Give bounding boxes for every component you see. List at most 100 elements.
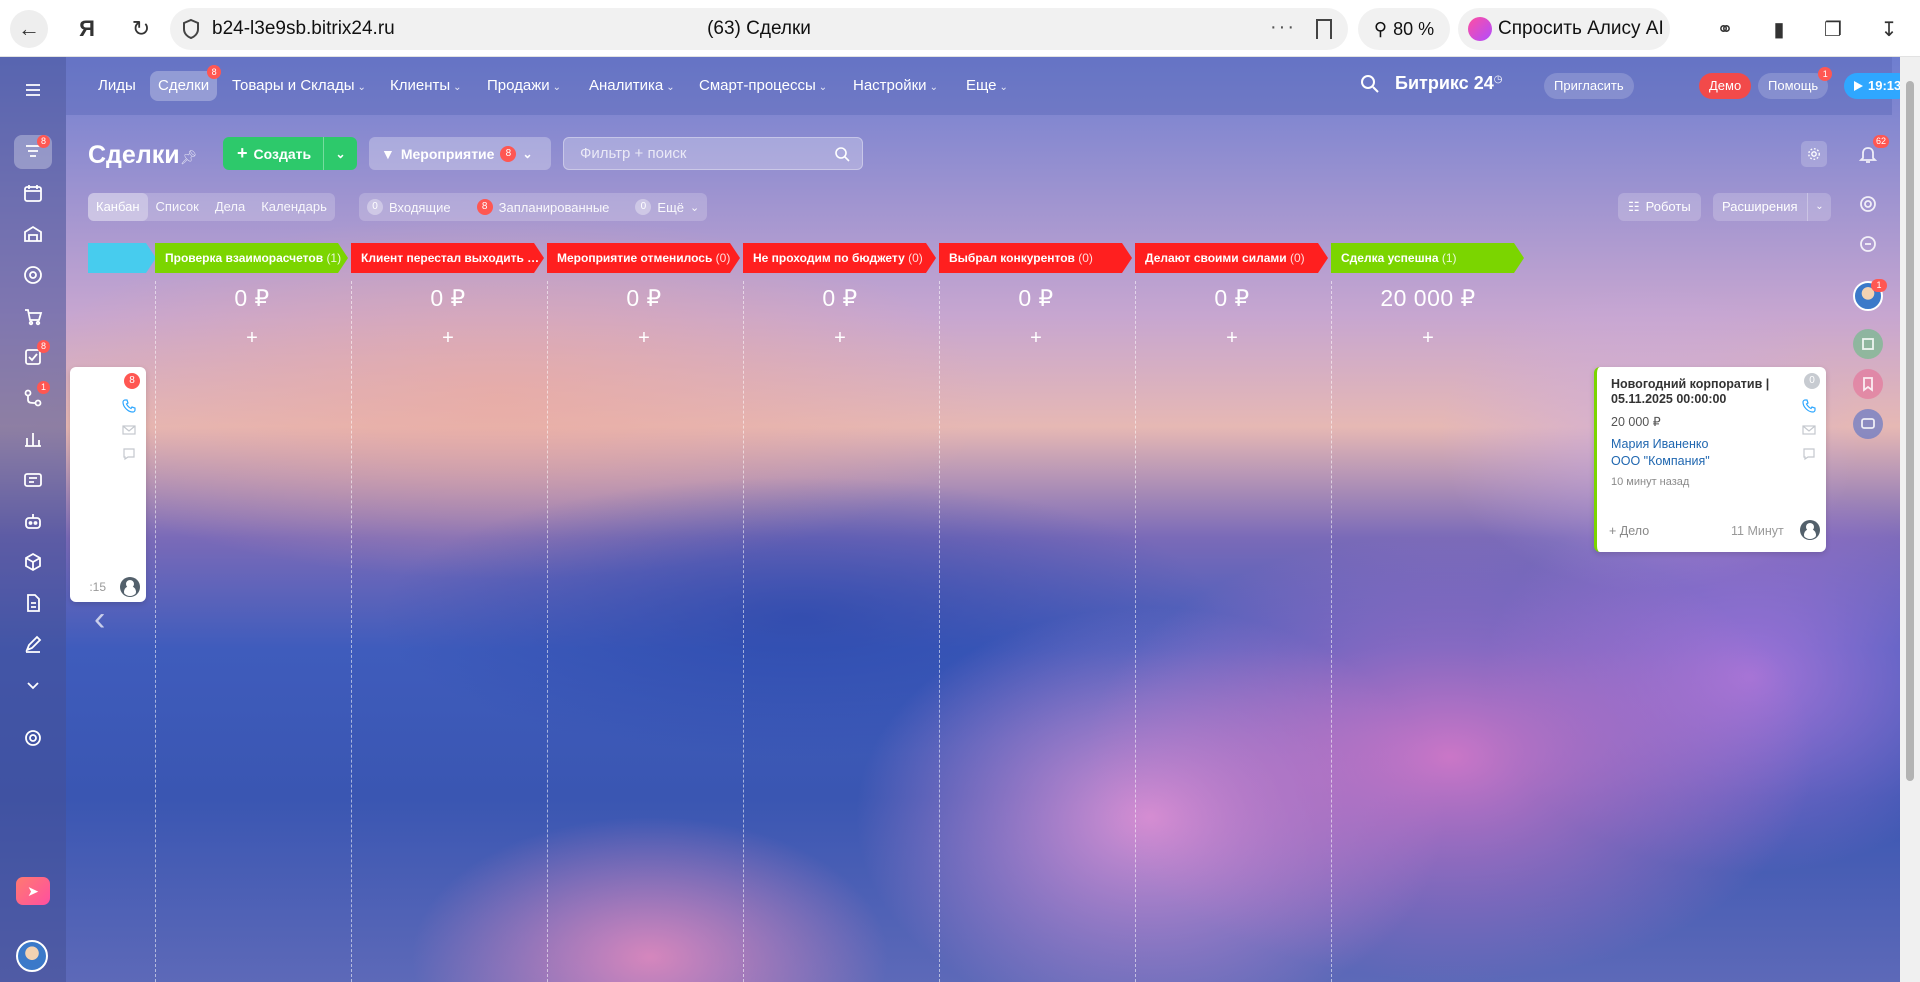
- demo-badge[interactable]: Демо: [1699, 73, 1752, 99]
- bookmark-icon[interactable]: [1316, 19, 1332, 39]
- tab-leads[interactable]: Лиды: [90, 71, 144, 101]
- tab-sales[interactable]: Продажи ⌄: [479, 71, 569, 101]
- phone-icon[interactable]: [1802, 399, 1816, 413]
- chevron-down-icon[interactable]: ⌄: [1807, 193, 1831, 221]
- url-text[interactable]: b24-l3e9sb.bitrix24.ru: [212, 18, 395, 40]
- user-avatar[interactable]: [16, 940, 48, 972]
- add-deal-plus-icon[interactable]: +: [549, 327, 739, 350]
- search-icon[interactable]: [1359, 73, 1381, 95]
- tab-products[interactable]: Товары и Склады ⌄: [224, 71, 374, 101]
- more-dots-icon[interactable]: ···: [1270, 16, 1296, 39]
- add-deal-plus-icon[interactable]: +: [157, 327, 347, 350]
- deal-contact-link[interactable]: Мария Иваненко: [1611, 437, 1708, 451]
- tab-settings[interactable]: Настройки ⌄: [845, 71, 946, 101]
- download-icon[interactable]: ↧: [1874, 14, 1904, 44]
- tab-analytics[interactable]: Аналитика ⌄: [581, 71, 683, 101]
- contact-avatar[interactable]: 1: [1853, 279, 1887, 311]
- create-menu-chevron-icon[interactable]: ⌄: [323, 137, 357, 170]
- sidebar-item-sign[interactable]: [14, 627, 52, 661]
- planned-counter[interactable]: Запланированные: [499, 200, 610, 215]
- chat-app-icon[interactable]: [1853, 409, 1883, 439]
- robots-button[interactable]: ☷ Роботы: [1618, 193, 1701, 221]
- sidebar-more-chevron-icon[interactable]: [14, 668, 52, 702]
- pin-icon[interactable]: 📌︎: [180, 149, 198, 166]
- sidebar-item-target[interactable]: [14, 258, 52, 292]
- alice-button[interactable]: Спросить Алису AI: [1458, 8, 1670, 50]
- stage-header[interactable]: Не проходим по бюджету (0): [743, 243, 936, 273]
- chevron-down-icon[interactable]: ⌄: [690, 201, 699, 214]
- marketplace-rocket-icon[interactable]: ➤: [16, 877, 50, 905]
- tab-more[interactable]: Еще ⌄: [958, 71, 1016, 101]
- chat-search-icon[interactable]: [1853, 229, 1883, 259]
- menu-toggle-icon[interactable]: [14, 73, 52, 107]
- filter-search-input[interactable]: [564, 138, 862, 169]
- browser-reload-button[interactable]: ↻: [122, 10, 160, 48]
- battery-icon[interactable]: ▮: [1764, 14, 1794, 44]
- extension-planet-icon[interactable]: ⚭: [1710, 14, 1740, 44]
- chat-icon[interactable]: [1802, 447, 1816, 461]
- tab-clients[interactable]: Клиенты ⌄: [382, 71, 470, 101]
- sidebar-item-warehouse[interactable]: [14, 217, 52, 251]
- help-button[interactable]: Помощь 1: [1758, 67, 1833, 99]
- bitrix24-logo[interactable]: Битрикс 24◷: [1395, 73, 1502, 94]
- add-deal-plus-icon[interactable]: +: [745, 327, 935, 350]
- stage-header[interactable]: Выбрал конкурентов (0): [939, 243, 1132, 273]
- stage-header-previous[interactable]: [88, 243, 156, 273]
- zoom-button[interactable]: ⚲ 80 %: [1358, 8, 1450, 50]
- deal-card[interactable]: Новогодний корпоратив | 05.11.2025 00:00…: [1594, 367, 1826, 552]
- sidebar-item-analytics[interactable]: [14, 422, 52, 456]
- invite-button[interactable]: Пригласить: [1544, 73, 1634, 99]
- sidebar-item-calendar[interactable]: [14, 176, 52, 210]
- tab-smart-processes[interactable]: Смарт-процессы ⌄: [691, 71, 835, 101]
- mail-icon[interactable]: [122, 423, 136, 437]
- more-counter[interactable]: Ещё: [657, 200, 684, 215]
- bookmark-app-icon[interactable]: [1853, 369, 1883, 399]
- responsible-avatar[interactable]: [1800, 520, 1820, 540]
- add-deal-plus-icon[interactable]: +: [1333, 327, 1523, 350]
- add-deal-plus-icon[interactable]: +: [941, 327, 1131, 350]
- notifications-bell-icon[interactable]: 62: [1853, 135, 1889, 169]
- sidebar-item-crm[interactable]: 8: [14, 135, 52, 169]
- browser-back-button[interactable]: ←: [10, 10, 48, 48]
- extensions-button[interactable]: Расширения ⌄: [1713, 193, 1831, 221]
- stage-header[interactable]: Клиент перестал выходить на с... (0): [351, 243, 544, 273]
- scroll-left-arrow-icon[interactable]: ‹: [94, 602, 105, 636]
- deal-title[interactable]: Новогодний корпоратив | 05.11.2025 00:00…: [1611, 377, 1801, 407]
- create-button[interactable]: + Создать ⌄: [223, 137, 357, 170]
- tab-deals[interactable]: Сделки 8: [150, 65, 222, 101]
- deal-card-partial[interactable]: 8 :15: [70, 367, 146, 602]
- stage-header[interactable]: Сделка успешна (1): [1331, 243, 1524, 273]
- app-sheet-icon[interactable]: [1853, 329, 1883, 359]
- sidebar-settings-gear-icon[interactable]: [14, 721, 52, 755]
- yandex-logo-button[interactable]: Я: [68, 10, 106, 48]
- sidebar-item-automation[interactable]: 1: [14, 381, 52, 415]
- incoming-counter[interactable]: Входящие: [389, 200, 451, 215]
- funnel-select-button[interactable]: ▼ Мероприятие 8 ⌄: [369, 137, 551, 170]
- kanban-settings-gear-icon[interactable]: [1801, 141, 1827, 167]
- search-icon[interactable]: [834, 146, 850, 162]
- sidebar-item-documents[interactable]: [14, 586, 52, 620]
- responsible-avatar[interactable]: [120, 577, 140, 597]
- add-deal-plus-icon[interactable]: +: [1137, 327, 1327, 350]
- sidebar-item-contacts[interactable]: [14, 463, 52, 497]
- add-deal-plus-icon[interactable]: +: [353, 327, 543, 350]
- tab-calendar[interactable]: Календарь: [253, 193, 335, 221]
- sidebar-item-bot[interactable]: [14, 504, 52, 538]
- tab-list[interactable]: Список: [148, 193, 207, 221]
- sidebar-item-catalog[interactable]: [14, 545, 52, 579]
- chat-icon[interactable]: [122, 447, 136, 461]
- phone-icon[interactable]: [122, 399, 136, 413]
- copilot-icon[interactable]: [1853, 189, 1883, 219]
- page-scrollbar-thumb[interactable]: [1906, 81, 1914, 781]
- stage-header[interactable]: Делают своими силами (0): [1135, 243, 1328, 273]
- filter-search-field[interactable]: [563, 137, 863, 170]
- tab-kanban[interactable]: Канбан: [88, 193, 148, 221]
- stage-header[interactable]: Мероприятие отменилось (0): [547, 243, 740, 273]
- stage-header[interactable]: Проверка взаиморасчетов (1): [155, 243, 348, 273]
- collections-icon[interactable]: ❐: [1818, 14, 1848, 44]
- sidebar-item-tasks[interactable]: 8: [14, 340, 52, 374]
- tab-activities[interactable]: Дела: [207, 193, 253, 221]
- add-activity-link[interactable]: + Дело: [1609, 524, 1649, 538]
- address-bar[interactable]: b24-l3e9sb.bitrix24.ru (63) Сделки ···: [170, 8, 1348, 50]
- sidebar-item-shop[interactable]: [14, 299, 52, 333]
